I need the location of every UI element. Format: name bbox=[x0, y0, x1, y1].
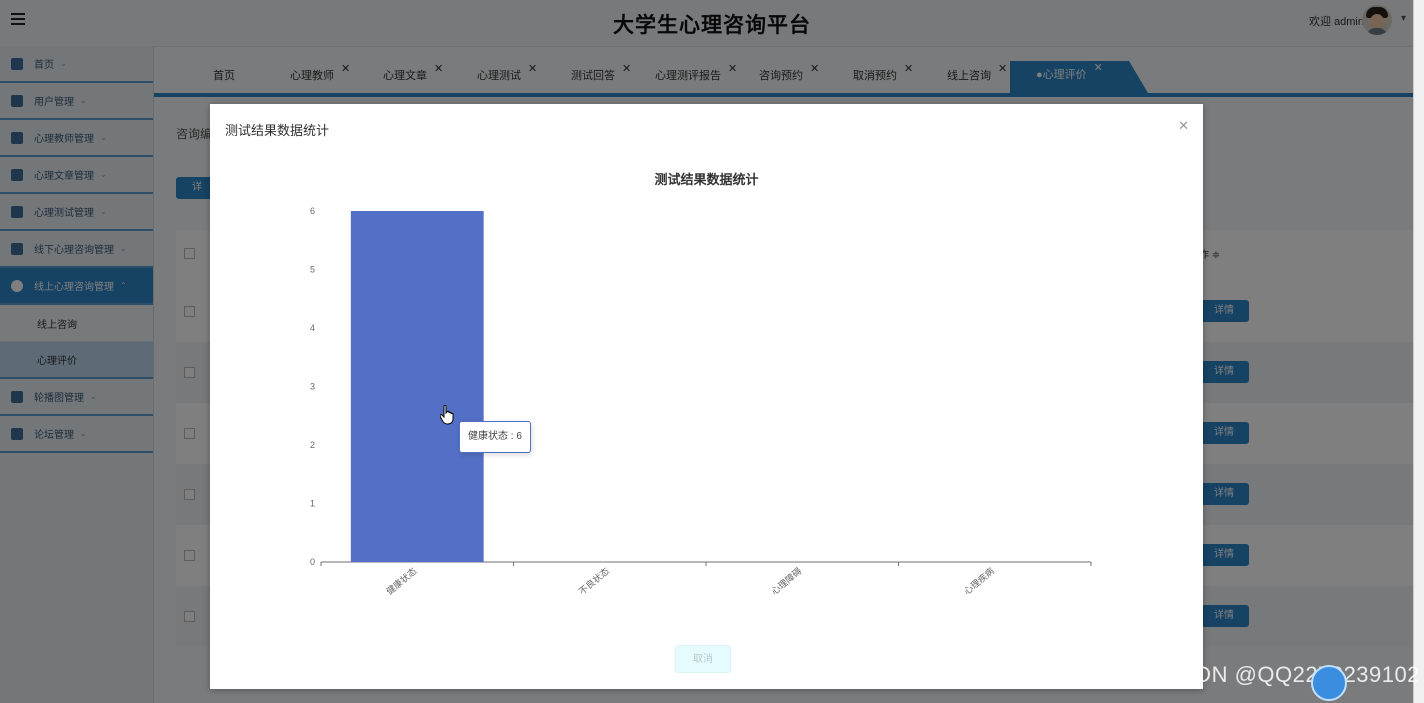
bar-chart: 0 1 2 3 4 5 6 健康状态 不良状态 心理障碍 心理疾病 bbox=[310, 206, 1092, 597]
x-tick-label: 心理疾病 bbox=[961, 565, 996, 597]
bar bbox=[350, 211, 484, 562]
y-tick-label: 3 bbox=[310, 382, 315, 392]
chart-area: 测试结果数据统计 0 1 2 3 4 5 6 健康状态 不良状态 心理障碍 心理疾病 bbox=[210, 154, 1203, 634]
y-tick-label: 2 bbox=[310, 440, 315, 450]
chart-tooltip: 健康状态 : 6 bbox=[459, 421, 531, 453]
cancel-button[interactable]: 取消 bbox=[675, 645, 731, 673]
hand-cursor-icon bbox=[440, 405, 454, 425]
page-scrollbar[interactable] bbox=[1413, 0, 1424, 703]
x-tick-label: 不良状态 bbox=[576, 565, 611, 597]
dialog-title: 测试结果数据统计 bbox=[225, 123, 330, 138]
x-tick-label: 健康状态 bbox=[384, 565, 419, 597]
y-tick-label: 5 bbox=[310, 265, 315, 275]
x-tick-label: 心理障碍 bbox=[769, 565, 804, 597]
y-tick-label: 4 bbox=[310, 323, 315, 333]
close-icon[interactable]: ✕ bbox=[1178, 118, 1189, 134]
csdn-watermark: CSDN @QQ2279239102 bbox=[1163, 662, 1420, 687]
y-tick-label: 1 bbox=[310, 499, 315, 509]
statistics-dialog: 测试结果数据统计 ✕ 测试结果数据统计 0 1 2 3 4 5 6 健康状态 不良状态 心理障碍心… bbox=[210, 104, 1203, 689]
y-tick-label: 0 bbox=[310, 557, 315, 567]
y-tick-label: 6 bbox=[310, 206, 315, 216]
floating-assistant-icon[interactable] bbox=[1311, 665, 1347, 701]
